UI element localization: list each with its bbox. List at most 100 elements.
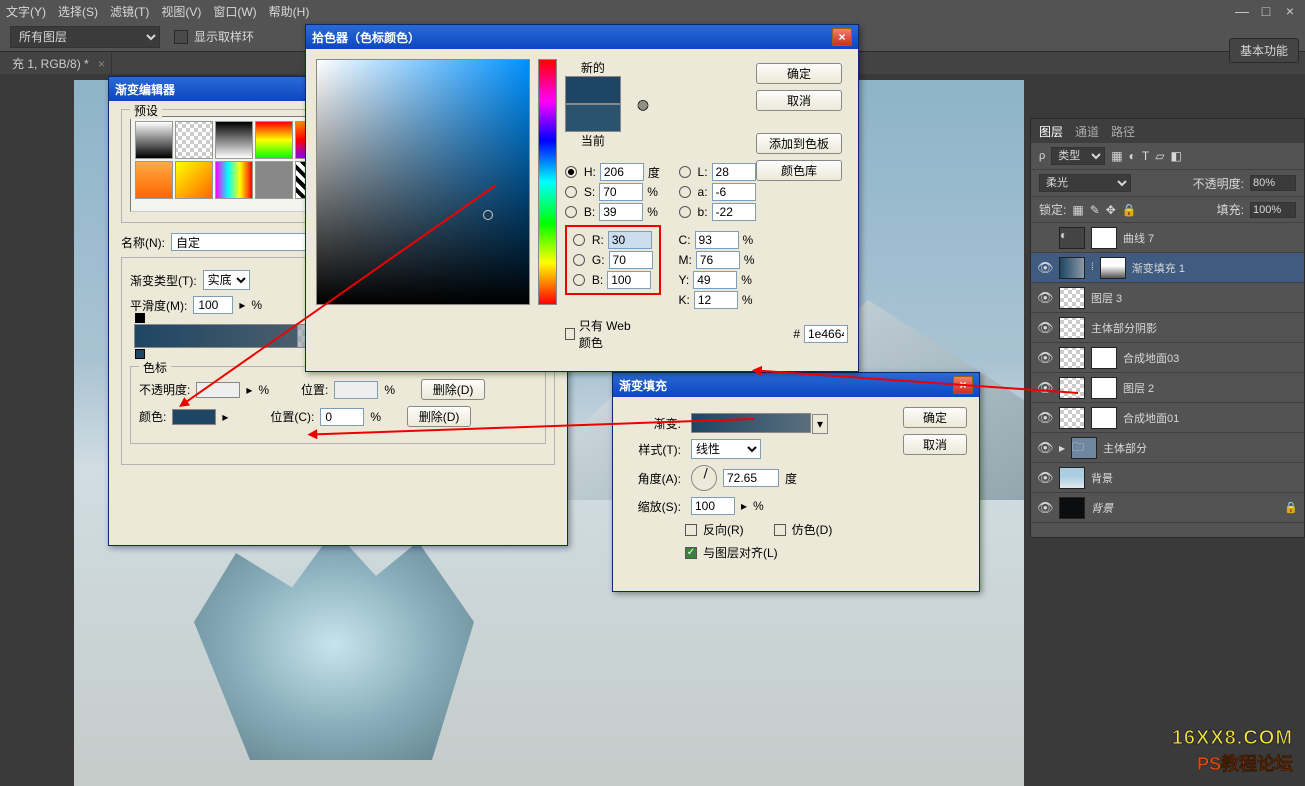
input-y[interactable] [693,271,737,289]
radio-a[interactable] [679,186,691,198]
input-r[interactable] [608,231,652,249]
color-stop[interactable] [135,349,145,359]
gradient-preview-dropdown[interactable]: ▾ [691,413,811,433]
basic-functions-button[interactable]: 基本功能 [1229,38,1299,63]
filter-image-icon[interactable]: ▦ [1111,149,1122,163]
layer-row[interactable]: 👁合成地面03 [1031,343,1304,373]
input-lab-b[interactable] [712,203,756,221]
visibility-toggle[interactable]: 👁 [1037,500,1053,516]
cancel-button[interactable]: 取消 [903,434,967,455]
filter-shape-icon[interactable]: ▱ [1155,149,1164,163]
menu-type[interactable]: 文字(Y) [6,3,46,20]
app-minimize-icon[interactable]: ― [1233,4,1251,18]
layer-name[interactable]: 曲线 7 [1123,230,1298,246]
input-g[interactable] [609,251,653,269]
layer-name[interactable]: 合成地面01 [1123,410,1298,426]
radio-b2[interactable] [573,274,585,286]
filter-smart-icon[interactable]: ◧ [1170,149,1181,163]
filter-type-icon[interactable]: T [1142,149,1149,163]
app-maximize-icon[interactable]: □ [1257,4,1275,18]
visibility-toggle[interactable]: 👁 [1037,290,1053,306]
input-k[interactable] [694,291,738,309]
current-color-swatch[interactable] [565,104,621,132]
input-s[interactable] [599,183,643,201]
angle-input[interactable] [723,469,779,487]
close-icon[interactable]: × [98,57,105,71]
style-select[interactable]: 线性 [691,439,761,459]
preset-swatch[interactable] [175,161,213,199]
group-toggle-icon[interactable]: ▸ [1059,441,1065,455]
lock-position-icon[interactable]: ✥ [1106,203,1116,217]
layer-row[interactable]: 👁背景 [1031,463,1304,493]
align-checkbox[interactable]: ✓ [685,547,697,559]
visibility-toggle[interactable]: 👁 [1037,410,1053,426]
layers-dropdown[interactable]: 所有图层 [10,26,160,48]
chevron-right-icon[interactable]: ▸ [239,298,245,312]
radio-l[interactable] [679,166,691,178]
visibility-toggle[interactable]: 👁 [1037,320,1053,336]
input-b2[interactable] [607,271,651,289]
smoothness-input[interactable] [193,296,233,314]
filter-kind-select[interactable]: 类型 [1051,147,1105,165]
visibility-toggle[interactable]: 👁 [1037,440,1053,456]
tab-paths[interactable]: 路径 [1111,123,1135,140]
visibility-toggle[interactable]: 👁 [1037,260,1053,276]
preset-swatch[interactable] [175,121,213,159]
menu-view[interactable]: 视图(V) [161,3,201,20]
opacity-input[interactable] [1250,175,1296,191]
filter-adjust-icon[interactable]: ◐ [1129,149,1136,163]
ok-button[interactable]: 确定 [756,63,842,84]
opacity-stop[interactable] [135,313,145,323]
preset-swatch[interactable] [255,121,293,159]
input-b[interactable] [599,203,643,221]
preset-swatch[interactable] [215,121,253,159]
layer-row[interactable]: 👁 主体部分阴影 [1031,313,1304,343]
input-m[interactable] [696,251,740,269]
menu-filter[interactable]: 滤镜(T) [110,3,149,20]
layer-name[interactable]: 背景 [1091,470,1298,486]
layer-name[interactable]: 背景 [1091,500,1278,516]
layer-name[interactable]: 主体部分 [1103,440,1298,456]
layer-row[interactable]: 👁⁞渐变填充 1 [1031,253,1304,283]
layer-row[interactable]: 👁 图层 3 [1031,283,1304,313]
layer-name[interactable]: 图层 3 [1091,290,1298,306]
menu-help[interactable]: 帮助(H) [269,3,310,20]
lock-transparency-icon[interactable]: ▦ [1072,203,1083,217]
preset-swatch[interactable] [135,121,173,159]
color-libraries-button[interactable]: 颜色库 [756,160,842,181]
scale-input[interactable] [691,497,735,515]
layer-name[interactable]: 图层 2 [1123,380,1298,396]
hex-input[interactable] [804,325,848,343]
gradient-type-select[interactable]: 实底 [203,270,250,290]
hue-slider[interactable] [538,59,557,305]
layer-row[interactable]: 👁图层 2 [1031,373,1304,403]
fill-input[interactable] [1250,202,1296,218]
radio-h[interactable] [565,166,577,178]
show-sample-ring-checkbox[interactable] [174,30,188,44]
web-only-checkbox[interactable] [565,328,575,340]
radio-b[interactable] [565,206,577,218]
app-close-icon[interactable]: × [1281,4,1299,18]
chevron-right-icon[interactable]: ▸ [741,499,747,513]
input-a[interactable] [712,183,756,201]
chevron-right-icon[interactable]: ▸ [222,410,228,424]
tab-layers[interactable]: 图层 [1039,123,1063,140]
preset-swatch[interactable] [215,161,253,199]
ok-button[interactable]: 确定 [903,407,967,428]
angle-dial[interactable] [691,465,717,491]
radio-s[interactable] [565,186,577,198]
titlebar[interactable]: 渐变填充 × [613,373,979,397]
menu-select[interactable]: 选择(S) [58,3,98,20]
titlebar[interactable]: 拾色器（色标颜色） × [306,25,858,49]
layer-name[interactable]: 渐变填充 1 [1132,260,1298,276]
position2-input[interactable] [320,408,364,426]
layer-name[interactable]: 主体部分阴影 [1091,320,1298,336]
add-swatch-button[interactable]: 添加到色板 [756,133,842,154]
input-c[interactable] [695,231,739,249]
radio-r[interactable] [573,234,585,246]
dither-checkbox[interactable] [774,524,786,536]
cancel-button[interactable]: 取消 [756,90,842,111]
blend-mode-select[interactable]: 柔光 [1039,174,1131,192]
lock-all-icon[interactable]: 🔒 [1122,203,1137,217]
input-h[interactable] [600,163,644,181]
